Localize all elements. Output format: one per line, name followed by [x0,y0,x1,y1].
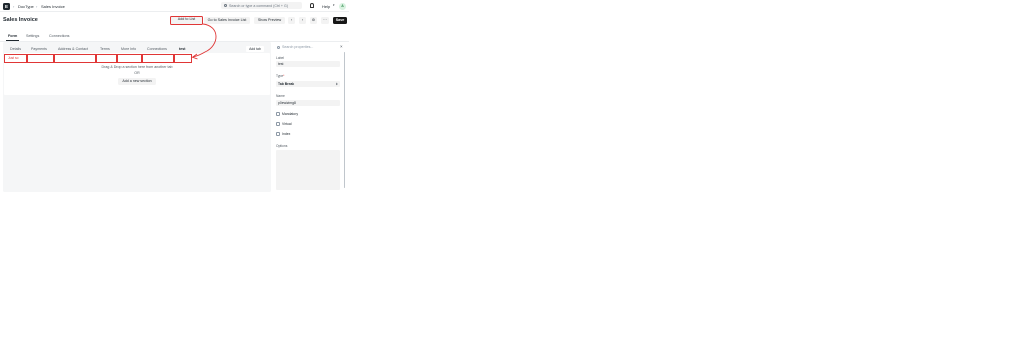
builder-tab-payments[interactable]: Payments [31,47,47,51]
settings-gear-icon[interactable]: ⚙ [310,16,317,24]
options-field-label: Options [276,143,288,148]
app-logo-icon[interactable]: E [3,2,10,10]
add-tab-button[interactable]: Add tab [246,45,264,52]
page-title: Sales Invoice [3,17,38,23]
breadcrumb-sales-invoice[interactable]: Sales Invoice [41,4,65,9]
add-section-button[interactable]: Add a new section [118,78,156,85]
navbar: E › DocType › Sales Invoice Search or ty… [0,0,349,12]
highlight-box [27,54,54,63]
more-actions-icon[interactable]: ··· [321,16,329,24]
breadcrumb-chevron-icon: › [13,3,15,9]
type-field-value: Tab Break [278,82,295,86]
builder-tab-test[interactable]: test [179,47,185,51]
go-to-list-button[interactable]: Go to Sales Invoice List [204,16,250,24]
options-textarea[interactable] [276,150,340,190]
builder-tab-details[interactable]: Details [10,47,21,51]
builder-tab-address-contact[interactable]: Address & Contact [58,47,88,51]
select-caret-icon: ⇕ [335,82,338,86]
virtual-checkbox[interactable] [276,122,280,126]
breadcrumb-chevron-icon: › [36,3,38,9]
type-field-select[interactable]: Tab Break ⇕ [276,81,340,87]
add-to-list-button[interactable]: Add to List [170,15,203,25]
label-field-label: Label [276,55,285,60]
mandatory-checkbox[interactable] [276,112,280,116]
properties-search-placeholder: Search properties... [282,45,314,49]
highlight-box [54,54,96,63]
tab-form[interactable]: Form [8,34,17,38]
builder-tab-more-info[interactable]: More Info [121,47,136,51]
highlight-label: Just so [8,56,19,61]
panel-scrollbar[interactable] [343,52,345,188]
next-doc-button[interactable]: › [299,16,306,24]
avatar[interactable]: A [339,2,346,10]
name-field-label: Name [276,93,285,98]
save-button[interactable]: Save [333,16,347,24]
type-field-label: Type* [276,73,285,78]
search-icon [277,45,280,49]
highlight-box [174,54,192,63]
label-field-input[interactable]: test [276,61,340,67]
tab-settings[interactable]: Settings [26,34,39,38]
search-icon [224,4,227,7]
search-placeholder: Search or type a command (Ctrl + G) [229,3,289,8]
index-label: Index [282,132,291,137]
or-label: OR [134,70,140,75]
highlight-box [96,54,117,63]
builder-tab-terms[interactable]: Terms [100,47,110,51]
divider [0,40,349,41]
help-menu[interactable]: Help [322,4,330,9]
tab-connections[interactable]: Connections [49,34,70,38]
close-icon[interactable]: × [340,44,343,49]
notification-bell-icon[interactable] [310,3,314,8]
highlight-box [142,54,174,63]
highlight-box [117,54,142,63]
name-field-input[interactable]: p0ewizimg8 [276,99,340,106]
index-checkbox[interactable] [276,132,280,136]
builder-tab-connections[interactable]: Connections [147,47,167,51]
mandatory-label: Mandatory [282,112,299,117]
chevron-down-icon: ▾ [333,3,335,8]
prev-doc-button[interactable]: ‹ [288,16,295,24]
show-preview-button[interactable]: Show Preview [254,16,285,24]
breadcrumb-doctype[interactable]: DocType [18,4,34,9]
empty-section-message: Drag & Drop a section here from another … [101,64,173,69]
global-search-input[interactable]: Search or type a command (Ctrl + G) [221,2,302,9]
virtual-label: Virtual [282,122,292,127]
